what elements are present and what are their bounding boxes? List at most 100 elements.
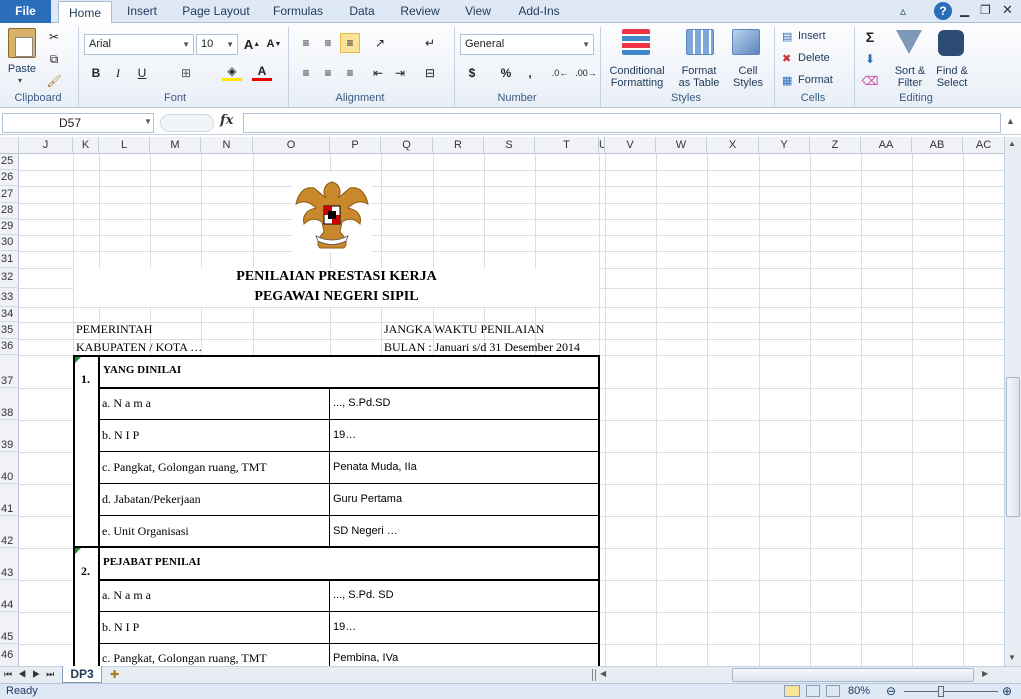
table-row-value[interactable]: ..., S.Pd.SD (333, 397, 390, 409)
column-header[interactable]: J (19, 137, 73, 154)
borders-icon[interactable]: ⊞ (176, 63, 196, 83)
column-header[interactable]: P (330, 137, 381, 154)
table-row-value[interactable]: Guru Pertama (333, 493, 402, 505)
table-row-value[interactable]: 19… (333, 621, 356, 633)
column-header[interactable]: M (150, 137, 201, 154)
column-header[interactable]: AC (963, 137, 1004, 154)
align-left-icon[interactable]: ≡ (296, 63, 316, 83)
row-header[interactable]: 28 (0, 203, 19, 219)
table-row-value[interactable]: 19… (333, 429, 356, 441)
window-close-icon[interactable]: ✕ (1002, 2, 1013, 18)
orientation-icon[interactable]: ↗ (370, 33, 390, 53)
fill-icon[interactable]: ⬇ (860, 49, 880, 69)
row-header[interactable]: 38 (0, 388, 19, 420)
tab-formulas[interactable]: Formulas (266, 0, 330, 23)
cell-styles-icon[interactable] (732, 29, 760, 55)
normal-view-icon[interactable] (784, 685, 800, 697)
row-header[interactable]: 42 (0, 516, 19, 548)
fill-color-icon[interactable]: ◈ (222, 63, 242, 81)
format-painter-icon[interactable]: 🖌 (44, 71, 64, 91)
tab-split-handle-icon[interactable] (592, 669, 596, 681)
font-name-combo[interactable]: Arial ▼ (84, 34, 194, 55)
autosum-button[interactable]: Σ (860, 27, 880, 47)
expand-formula-bar-icon[interactable]: ▲ (1006, 116, 1015, 126)
insert-cells-button[interactable]: Insert (798, 30, 826, 42)
scroll-up-icon[interactable]: ▲ (1008, 139, 1016, 148)
underline-button[interactable]: U (132, 63, 152, 83)
column-header[interactable]: O (253, 137, 330, 154)
column-header[interactable]: Z (810, 137, 861, 154)
column-header[interactable]: N (201, 137, 253, 154)
wrap-text-icon[interactable]: ↵ (420, 33, 440, 53)
zoom-slider-thumb[interactable] (938, 686, 944, 697)
column-header[interactable]: Y (759, 137, 810, 154)
tab-review[interactable]: Review (394, 0, 446, 23)
scroll-down-icon[interactable]: ▼ (1008, 653, 1016, 662)
column-header[interactable]: S (484, 137, 535, 154)
row-header[interactable]: 29 (0, 219, 19, 235)
window-restore-icon[interactable]: ❐ (980, 3, 991, 17)
tab-data[interactable]: Data (342, 0, 382, 23)
table-row-value[interactable]: Pembina, IVa (333, 652, 398, 664)
formula-input[interactable] (243, 113, 1001, 133)
row-header[interactable]: 32 (0, 268, 19, 288)
align-middle-icon[interactable]: ≡ (318, 33, 338, 53)
align-top-icon[interactable]: ≡ (296, 33, 316, 53)
tab-file[interactable]: File (0, 0, 51, 23)
table-row-value[interactable]: SD Negeri … (333, 525, 398, 537)
row-header[interactable]: 44 (0, 580, 19, 612)
row-header[interactable]: 36 (0, 339, 19, 355)
row-header[interactable]: 41 (0, 484, 19, 516)
row-header[interactable]: 40 (0, 452, 19, 484)
tab-view[interactable]: View (458, 0, 498, 23)
tab-insert[interactable]: Insert (118, 0, 166, 23)
page-break-view-icon[interactable] (826, 685, 840, 697)
insert-sheet-icon[interactable]: ✚ (110, 668, 119, 681)
tab-home[interactable]: Home (58, 1, 112, 24)
sort-filter-icon[interactable] (896, 30, 922, 54)
currency-button[interactable]: $ (462, 63, 482, 83)
row-header[interactable]: 35 (0, 322, 19, 339)
comma-button[interactable]: , (520, 63, 540, 83)
row-header[interactable]: 34 (0, 307, 19, 322)
increase-indent-icon[interactable]: ⇥ (390, 63, 410, 83)
align-bottom-icon[interactable]: ≡ (340, 33, 360, 53)
zoom-in-icon[interactable]: ⊕ (1002, 684, 1012, 698)
horizontal-scroll-thumb[interactable] (732, 668, 974, 682)
insert-function-icon[interactable]: fx (220, 113, 233, 128)
tab-page-layout[interactable]: Page Layout (178, 0, 254, 23)
vertical-scroll-thumb[interactable] (1006, 377, 1020, 517)
font-size-combo[interactable]: 10 ▼ (196, 34, 238, 55)
name-box[interactable]: D57 (2, 113, 154, 133)
format-as-table-icon[interactable] (686, 29, 714, 55)
paste-button[interactable]: Paste (4, 62, 40, 76)
page-layout-view-icon[interactable] (806, 685, 820, 697)
help-icon[interactable]: ? (934, 2, 952, 20)
zoom-slider[interactable] (904, 691, 998, 692)
font-color-icon[interactable]: A (252, 63, 272, 81)
scroll-right-icon[interactable]: ▶ (982, 669, 988, 678)
cut-icon[interactable]: ✂ (44, 27, 64, 47)
increase-decimal-icon[interactable]: .0← (550, 63, 570, 83)
tab-add-ins[interactable]: Add-Ins (510, 0, 568, 23)
column-header[interactable]: T (535, 137, 599, 154)
zoom-level[interactable]: 80% (848, 685, 870, 697)
column-header[interactable]: AA (861, 137, 912, 154)
row-header[interactable]: 45 (0, 612, 19, 644)
column-header[interactable]: R (433, 137, 484, 154)
italic-button[interactable]: I (108, 63, 128, 83)
name-box-dropdown-icon[interactable]: ▼ (144, 117, 152, 126)
comment-indicator-icon[interactable] (75, 548, 81, 554)
format-cells-button[interactable]: Format (798, 74, 833, 86)
merge-center-icon[interactable]: ⊟ (420, 63, 440, 83)
grow-font-icon[interactable]: A ▲ (242, 34, 262, 54)
column-header[interactable]: L (99, 137, 150, 154)
row-header[interactable]: 25 (0, 154, 19, 170)
column-header[interactable]: V (605, 137, 656, 154)
table-row-value[interactable]: Penata Muda, IIa (333, 461, 417, 473)
shrink-font-icon[interactable]: A ▼ (264, 34, 284, 54)
row-header[interactable]: 33 (0, 288, 19, 307)
column-header[interactable]: W (656, 137, 707, 154)
row-header[interactable]: 39 (0, 420, 19, 452)
row-header[interactable]: 37 (0, 355, 19, 388)
